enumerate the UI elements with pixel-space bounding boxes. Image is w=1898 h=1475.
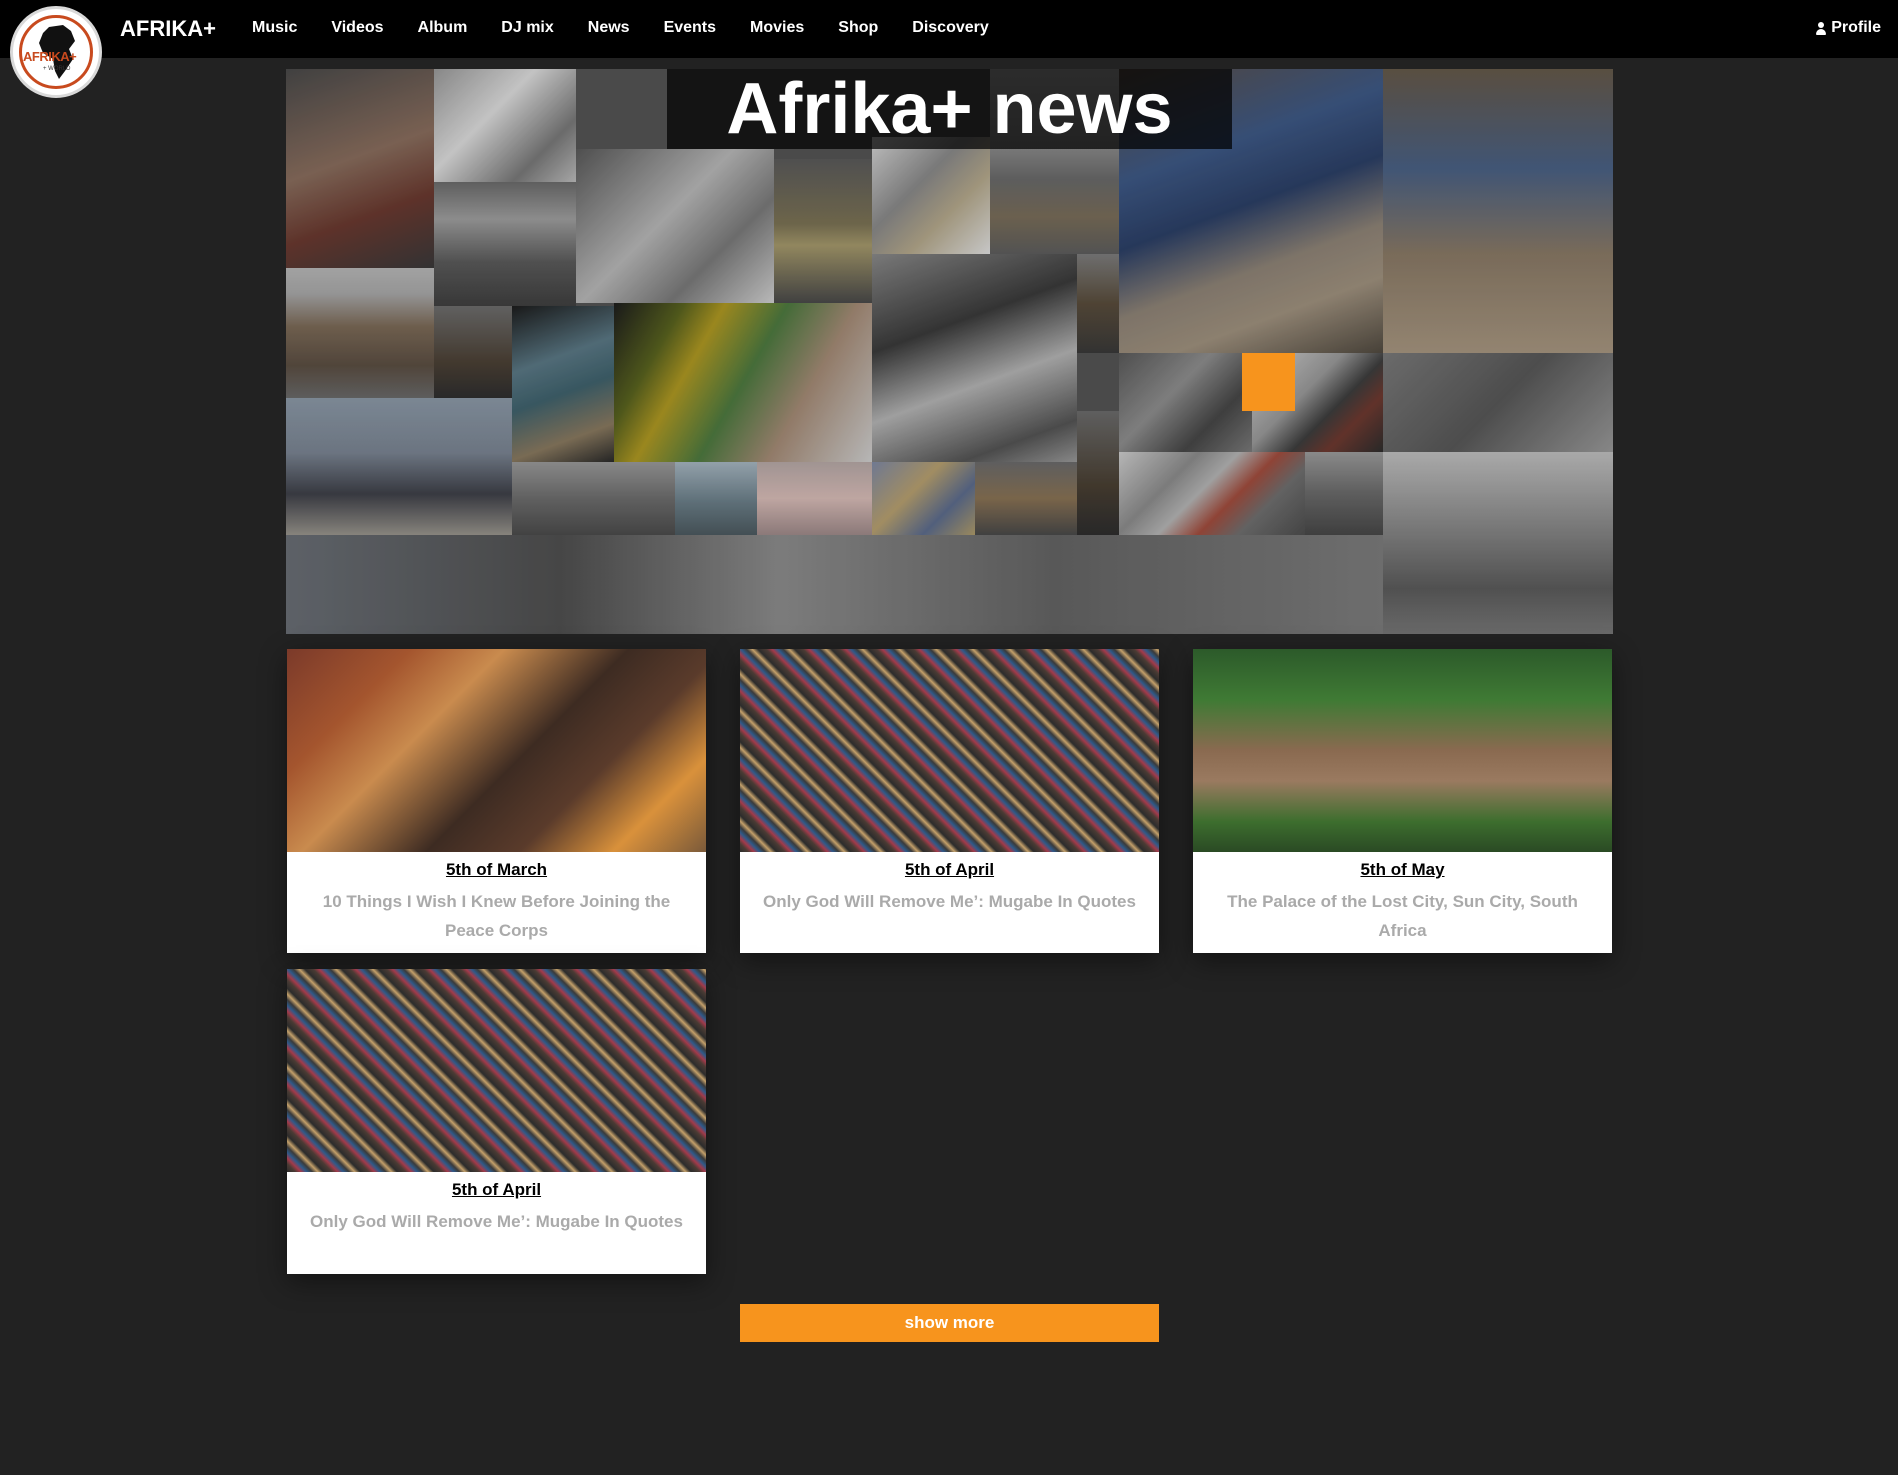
user-icon bbox=[1816, 21, 1827, 35]
top-navbar: AFRIKA+ Music Videos Album DJ mix News E… bbox=[0, 0, 1898, 58]
hero-title-box: Afrika+ news bbox=[667, 69, 1232, 149]
article-date-link[interactable]: 5th of March bbox=[287, 860, 706, 880]
nav-item-videos[interactable]: Videos bbox=[331, 19, 383, 37]
hero-dim-overlay bbox=[286, 69, 1613, 634]
profile-link[interactable]: Profile bbox=[1816, 19, 1881, 37]
hero-collage: Afrika+ news bbox=[286, 69, 1613, 634]
nav-item-music[interactable]: Music bbox=[252, 19, 297, 37]
article-image-crowd-protest bbox=[740, 649, 1159, 852]
nav-item-events[interactable]: Events bbox=[664, 19, 716, 37]
nav-item-album[interactable]: Album bbox=[418, 19, 468, 37]
nav-item-news[interactable]: News bbox=[588, 19, 630, 37]
page-title: Afrika+ news bbox=[726, 69, 1173, 149]
nav-item-discovery[interactable]: Discovery bbox=[912, 19, 989, 37]
nav-item-dj-mix[interactable]: DJ mix bbox=[501, 19, 553, 37]
article-date-link[interactable]: 5th of April bbox=[287, 1180, 706, 1200]
nav-item-shop[interactable]: Shop bbox=[838, 19, 878, 37]
article-image-lost-city-palace bbox=[1193, 649, 1612, 852]
hero-orange-block bbox=[1242, 353, 1295, 411]
article-title[interactable]: 10 Things I Wish I Knew Before Joining t… bbox=[287, 887, 706, 951]
article-image-peace-corps bbox=[287, 649, 706, 852]
article-image-crowd-protest bbox=[287, 969, 706, 1172]
article-title[interactable]: Only God Will Remove Me’: Mugabe In Quot… bbox=[740, 887, 1159, 922]
article-date-link[interactable]: 5th of April bbox=[740, 860, 1159, 880]
article-title[interactable]: The Palace of the Lost City, Sun City, S… bbox=[1193, 887, 1612, 951]
article-card[interactable]: 5th of May The Palace of the Lost City, … bbox=[1193, 649, 1612, 953]
site-logo[interactable]: AFRIKA+ + WORLD bbox=[10, 6, 102, 98]
main-nav: Music Videos Album DJ mix News Events Mo… bbox=[252, 19, 1023, 37]
article-card[interactable]: 5th of March 10 Things I Wish I Knew Bef… bbox=[287, 649, 706, 953]
show-more-button[interactable]: show more bbox=[740, 1304, 1159, 1342]
nav-item-movies[interactable]: Movies bbox=[750, 19, 804, 37]
article-card[interactable]: 5th of April Only God Will Remove Me’: M… bbox=[287, 969, 706, 1274]
article-card[interactable]: 5th of April Only God Will Remove Me’: M… bbox=[740, 649, 1159, 953]
brand-name[interactable]: AFRIKA+ bbox=[120, 16, 216, 42]
logo-text: AFRIKA+ bbox=[23, 49, 77, 64]
profile-label: Profile bbox=[1831, 19, 1881, 36]
article-title[interactable]: Only God Will Remove Me’: Mugabe In Quot… bbox=[287, 1207, 706, 1242]
logo-subtext: + WORLD bbox=[43, 66, 71, 72]
article-date-link[interactable]: 5th of May bbox=[1193, 860, 1612, 880]
